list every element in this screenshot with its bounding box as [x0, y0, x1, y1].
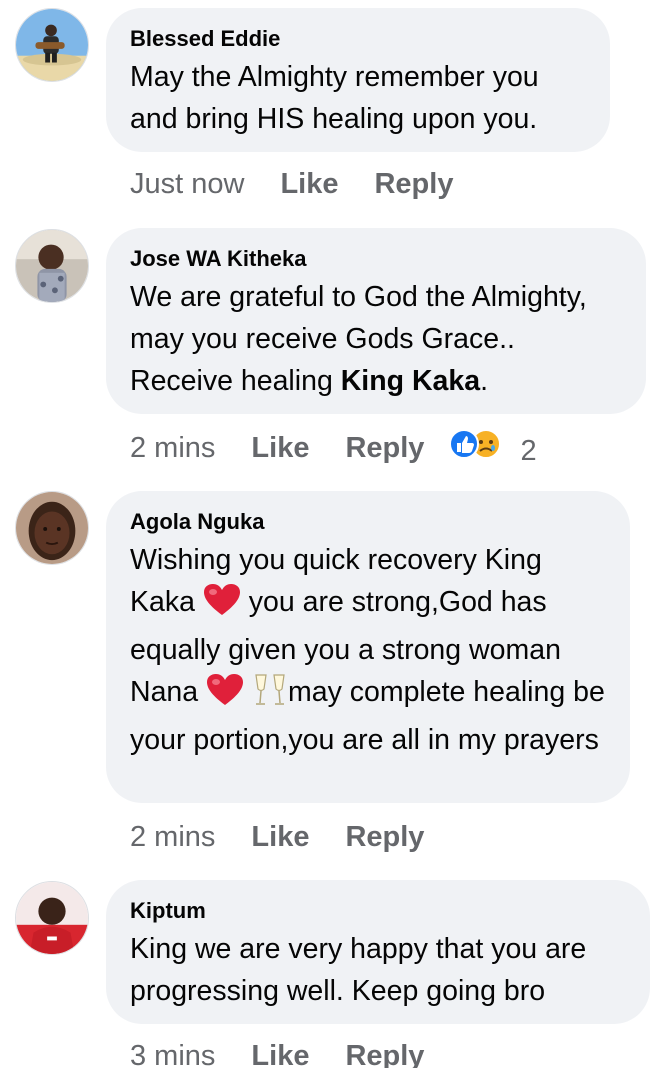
comment-actions: 3 mins Like Reply: [130, 1036, 424, 1068]
comment-actions: 2 mins Like Reply: [130, 817, 424, 857]
avatar[interactable]: [15, 229, 89, 303]
avatar[interactable]: [15, 881, 89, 955]
avatar-image: [16, 492, 88, 564]
comment-bubble: Jose WA Kitheka We are grateful to God t…: [106, 228, 646, 414]
avatar[interactable]: [15, 491, 89, 565]
reply-button[interactable]: Reply: [345, 428, 424, 468]
comment-bubble: Agola Nguka Wishing you quick recovery K…: [106, 491, 630, 803]
comment-text-part: [244, 676, 252, 708]
comment-actions: Just now Like Reply: [130, 164, 453, 204]
comment-thread: Blessed Eddie May the Almighty remember …: [0, 0, 672, 1068]
red-heart-icon: [206, 673, 244, 719]
clinking-glasses-icon: [252, 673, 288, 719]
comment-timestamp[interactable]: 3 mins: [130, 1036, 215, 1068]
comment-bubble: Blessed Eddie May the Almighty remember …: [106, 8, 610, 152]
like-button[interactable]: Like: [251, 817, 309, 857]
comment-author[interactable]: Kiptum: [130, 898, 626, 924]
comment-bubble: Kiptum King we are very happy that you a…: [106, 880, 650, 1024]
comment-text: May the Almighty remember you and bring …: [130, 61, 539, 135]
reaction-count: 2: [520, 435, 537, 467]
comment-actions: 2 mins Like Reply 2: [130, 428, 537, 468]
comment-timestamp[interactable]: Just now: [130, 164, 244, 204]
comment-author[interactable]: Jose WA Kitheka: [130, 246, 622, 272]
reply-button[interactable]: Reply: [345, 817, 424, 857]
avatar-image: [16, 882, 88, 954]
like-button[interactable]: Like: [251, 1036, 309, 1068]
reply-button[interactable]: Reply: [374, 164, 453, 204]
comment-timestamp[interactable]: 2 mins: [130, 817, 215, 857]
reply-button[interactable]: Reply: [345, 1036, 424, 1068]
like-reaction-icon: [449, 429, 480, 459]
avatar-image: [16, 9, 88, 81]
avatar[interactable]: [15, 8, 89, 82]
comment-author[interactable]: Agola Nguka: [130, 509, 606, 535]
comment-text-part: .: [480, 365, 489, 397]
comment-text: We are grateful to God the Almighty, may…: [130, 276, 622, 402]
avatar-image: [16, 230, 88, 302]
reaction-icons: [449, 429, 502, 459]
reaction-summary[interactable]: 2: [448, 428, 537, 468]
like-button[interactable]: Like: [280, 164, 338, 204]
comment-text: Wishing you quick recovery King Kaka you…: [130, 539, 606, 761]
comment-text: King we are very happy that you are prog…: [130, 933, 587, 1007]
mentioned-name[interactable]: King Kaka: [341, 365, 480, 397]
red-heart-icon: [203, 583, 241, 629]
like-button[interactable]: Like: [251, 428, 309, 468]
comment-timestamp[interactable]: 2 mins: [130, 428, 215, 468]
comment-author[interactable]: Blessed Eddie: [130, 26, 586, 52]
